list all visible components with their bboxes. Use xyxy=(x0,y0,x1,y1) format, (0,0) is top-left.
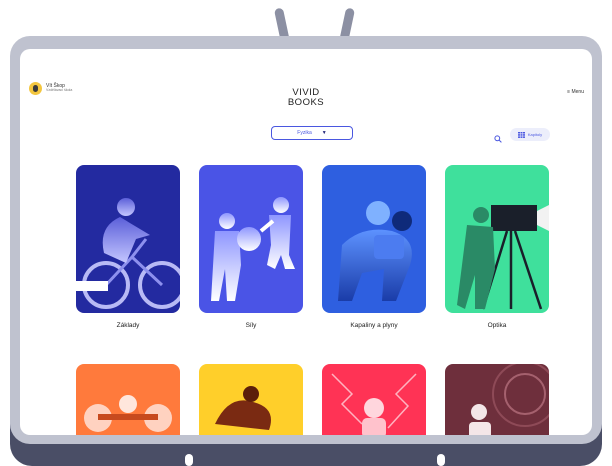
device-foot-right xyxy=(437,454,445,466)
subject-select[interactable]: Fyzika ▼ xyxy=(271,126,353,140)
waves-illustration xyxy=(469,364,549,435)
chapters-toggle-button[interactable]: Kapitoly xyxy=(510,128,550,141)
chapter-title-kapaliny-a-plyny[interactable]: Kapaliny a plyny xyxy=(322,322,426,329)
chapter-card-next-1[interactable] xyxy=(76,364,180,435)
chapter-card-sily[interactable] xyxy=(199,165,303,313)
chapter-title-optika[interactable]: Optika xyxy=(445,322,549,329)
subject-select-value: Fyzika xyxy=(297,130,312,136)
logo-line2: BOOKS xyxy=(287,97,325,108)
chapter-card-optika[interactable] xyxy=(445,165,549,313)
device-foot-left xyxy=(185,454,193,466)
search-button[interactable] xyxy=(494,130,502,143)
weights-illustration xyxy=(84,395,172,432)
chapter-card-next-2[interactable] xyxy=(199,364,303,435)
electricity-illustration xyxy=(331,373,417,435)
chapter-title-sily[interactable]: Síly xyxy=(199,322,303,329)
motion-illustration xyxy=(215,386,271,430)
chapter-title-zaklady[interactable]: Základy xyxy=(76,322,180,329)
chapter-card-next-4[interactable] xyxy=(445,364,549,435)
chapter-card-zaklady[interactable] xyxy=(76,165,180,313)
grid-icon xyxy=(517,131,525,138)
menu-button[interactable]: ≡ Menu xyxy=(567,89,584,95)
chapter-card-kapaliny-a-plyny[interactable] xyxy=(322,165,426,313)
chapters-toggle-label: Kapitoly xyxy=(527,132,543,137)
forces-illustration xyxy=(211,197,295,301)
app-screen: Vít Škop Vzdělávací škola VIVID BOOKS ≡ … xyxy=(20,49,592,435)
vivid-books-logo[interactable]: VIVID BOOKS xyxy=(20,88,592,108)
chapter-card-next-3[interactable] xyxy=(322,364,426,435)
caret-down-icon: ▼ xyxy=(321,130,327,136)
search-icon xyxy=(494,135,502,143)
divers-illustration xyxy=(338,201,412,301)
cyclist-illustration xyxy=(76,198,180,309)
camera-illustration xyxy=(457,205,549,310)
